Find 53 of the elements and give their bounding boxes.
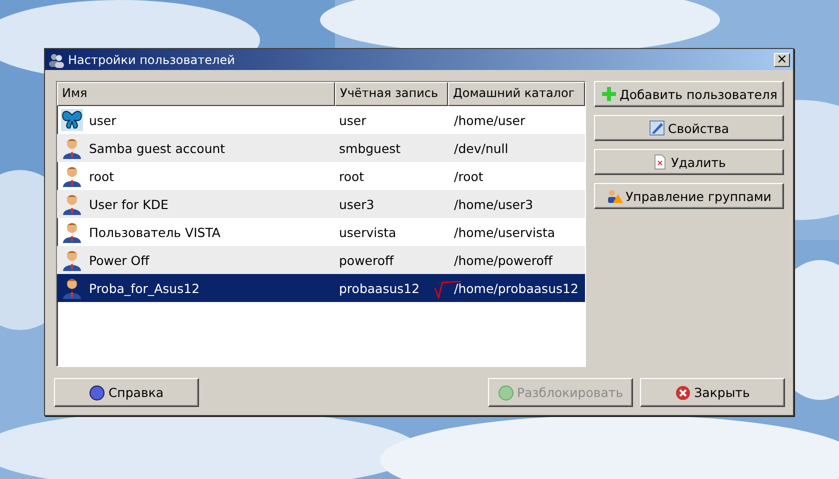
- action-button[interactable]: Свойства: [594, 115, 784, 141]
- user-name: user: [89, 112, 116, 128]
- butterfly-icon: [61, 109, 83, 131]
- window-title: Настройки пользователей: [68, 52, 236, 66]
- person-icon: [61, 165, 83, 187]
- document-icon: [652, 154, 668, 170]
- home-directory: /dev/null: [454, 140, 508, 156]
- table-row[interactable]: user user /home/user: [57, 106, 585, 134]
- account-name: poweroff: [339, 252, 394, 268]
- action-button[interactable]: Управление группами: [594, 183, 784, 209]
- plus-icon: [600, 86, 617, 102]
- pencil-icon: [648, 120, 665, 136]
- person-icon: [61, 277, 83, 299]
- user-name: root: [89, 168, 114, 184]
- disc-icon: [498, 384, 514, 400]
- table-row[interactable]: User for KDE user3 /home/user3: [57, 190, 585, 218]
- account-name: smbguest: [339, 140, 401, 156]
- account-name: user: [339, 112, 366, 128]
- table-row[interactable]: Proba_for_Asus12 probaasus12 /home/probaasus12: [57, 274, 585, 302]
- person-icon: [61, 193, 83, 215]
- account-name: uservista: [339, 224, 396, 240]
- account-name: user3: [339, 196, 374, 212]
- dialog-button[interactable]: Закрыть: [640, 378, 785, 407]
- action-button[interactable]: Удалить: [594, 149, 784, 175]
- account-name: probaasus12: [339, 280, 420, 296]
- home-directory: /home/uservista: [454, 224, 556, 240]
- home-directory: /home/poweroff: [454, 252, 552, 268]
- column-header[interactable]: Учётная запись: [335, 82, 448, 106]
- user-name: User for KDE: [89, 196, 168, 212]
- person-icon: [61, 221, 83, 243]
- column-header[interactable]: Имя: [57, 82, 335, 106]
- person-icon: [61, 137, 83, 159]
- action-button[interactable]: Добавить пользователя: [594, 81, 784, 107]
- people-icon: [48, 52, 64, 68]
- account-name: root: [339, 168, 364, 184]
- dialog-button[interactable]: Справка: [54, 378, 199, 407]
- home-directory: /home/user: [454, 112, 526, 128]
- table-row[interactable]: Power Off poweroff /home/poweroff: [57, 246, 585, 274]
- person-icon: [61, 249, 83, 271]
- column-header[interactable]: Домашний каталог: [448, 82, 585, 106]
- table-row[interactable]: root root /root: [57, 162, 585, 190]
- home-directory: /root: [454, 168, 484, 184]
- home-directory: /home/user3: [454, 196, 534, 212]
- user-name: Power Off: [89, 252, 150, 268]
- close-icon: [675, 384, 692, 400]
- home-directory: /home/probaasus12: [454, 280, 578, 296]
- table-row[interactable]: Пользователь VISTA uservista /home/uservista: [57, 218, 585, 246]
- user-name: Пользователь VISTA: [89, 224, 220, 240]
- user-name: Proba_for_Asus12: [89, 280, 200, 296]
- user-name: Samba guest account: [89, 140, 226, 156]
- people-icon: [606, 188, 623, 204]
- table-row[interactable]: Samba guest account smbguest /dev/null: [57, 134, 585, 162]
- close-button[interactable]: ×: [774, 52, 790, 66]
